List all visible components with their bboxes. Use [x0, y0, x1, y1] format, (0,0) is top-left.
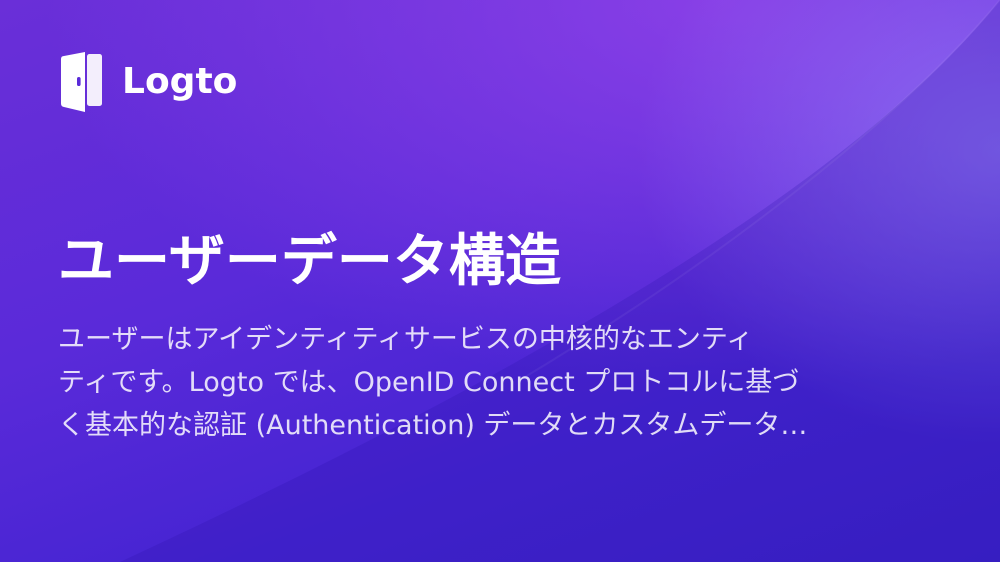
description-line: ユーザーはアイデンティティサービスの中核的なエンティ — [58, 324, 754, 355]
description-line: く基本的な認証 (Authentication) データとカスタムデータ… — [58, 410, 808, 441]
cover-card: Logto ユーザーデータ構造 ユーザーはアイデンティティサービスの中核的なエン… — [0, 0, 1000, 562]
page-title: ユーザーデータ構造 — [58, 229, 561, 294]
logto-door-icon — [61, 52, 102, 112]
description: ユーザーはアイデンティティサービスの中核的なエンティ ティです。Logto では… — [58, 318, 942, 447]
brand-name: Logto — [122, 61, 238, 102]
brand-logo: Logto — [58, 52, 237, 112]
description-line: ティです。Logto では、OpenID Connect プロトコルに基づ — [58, 367, 800, 398]
